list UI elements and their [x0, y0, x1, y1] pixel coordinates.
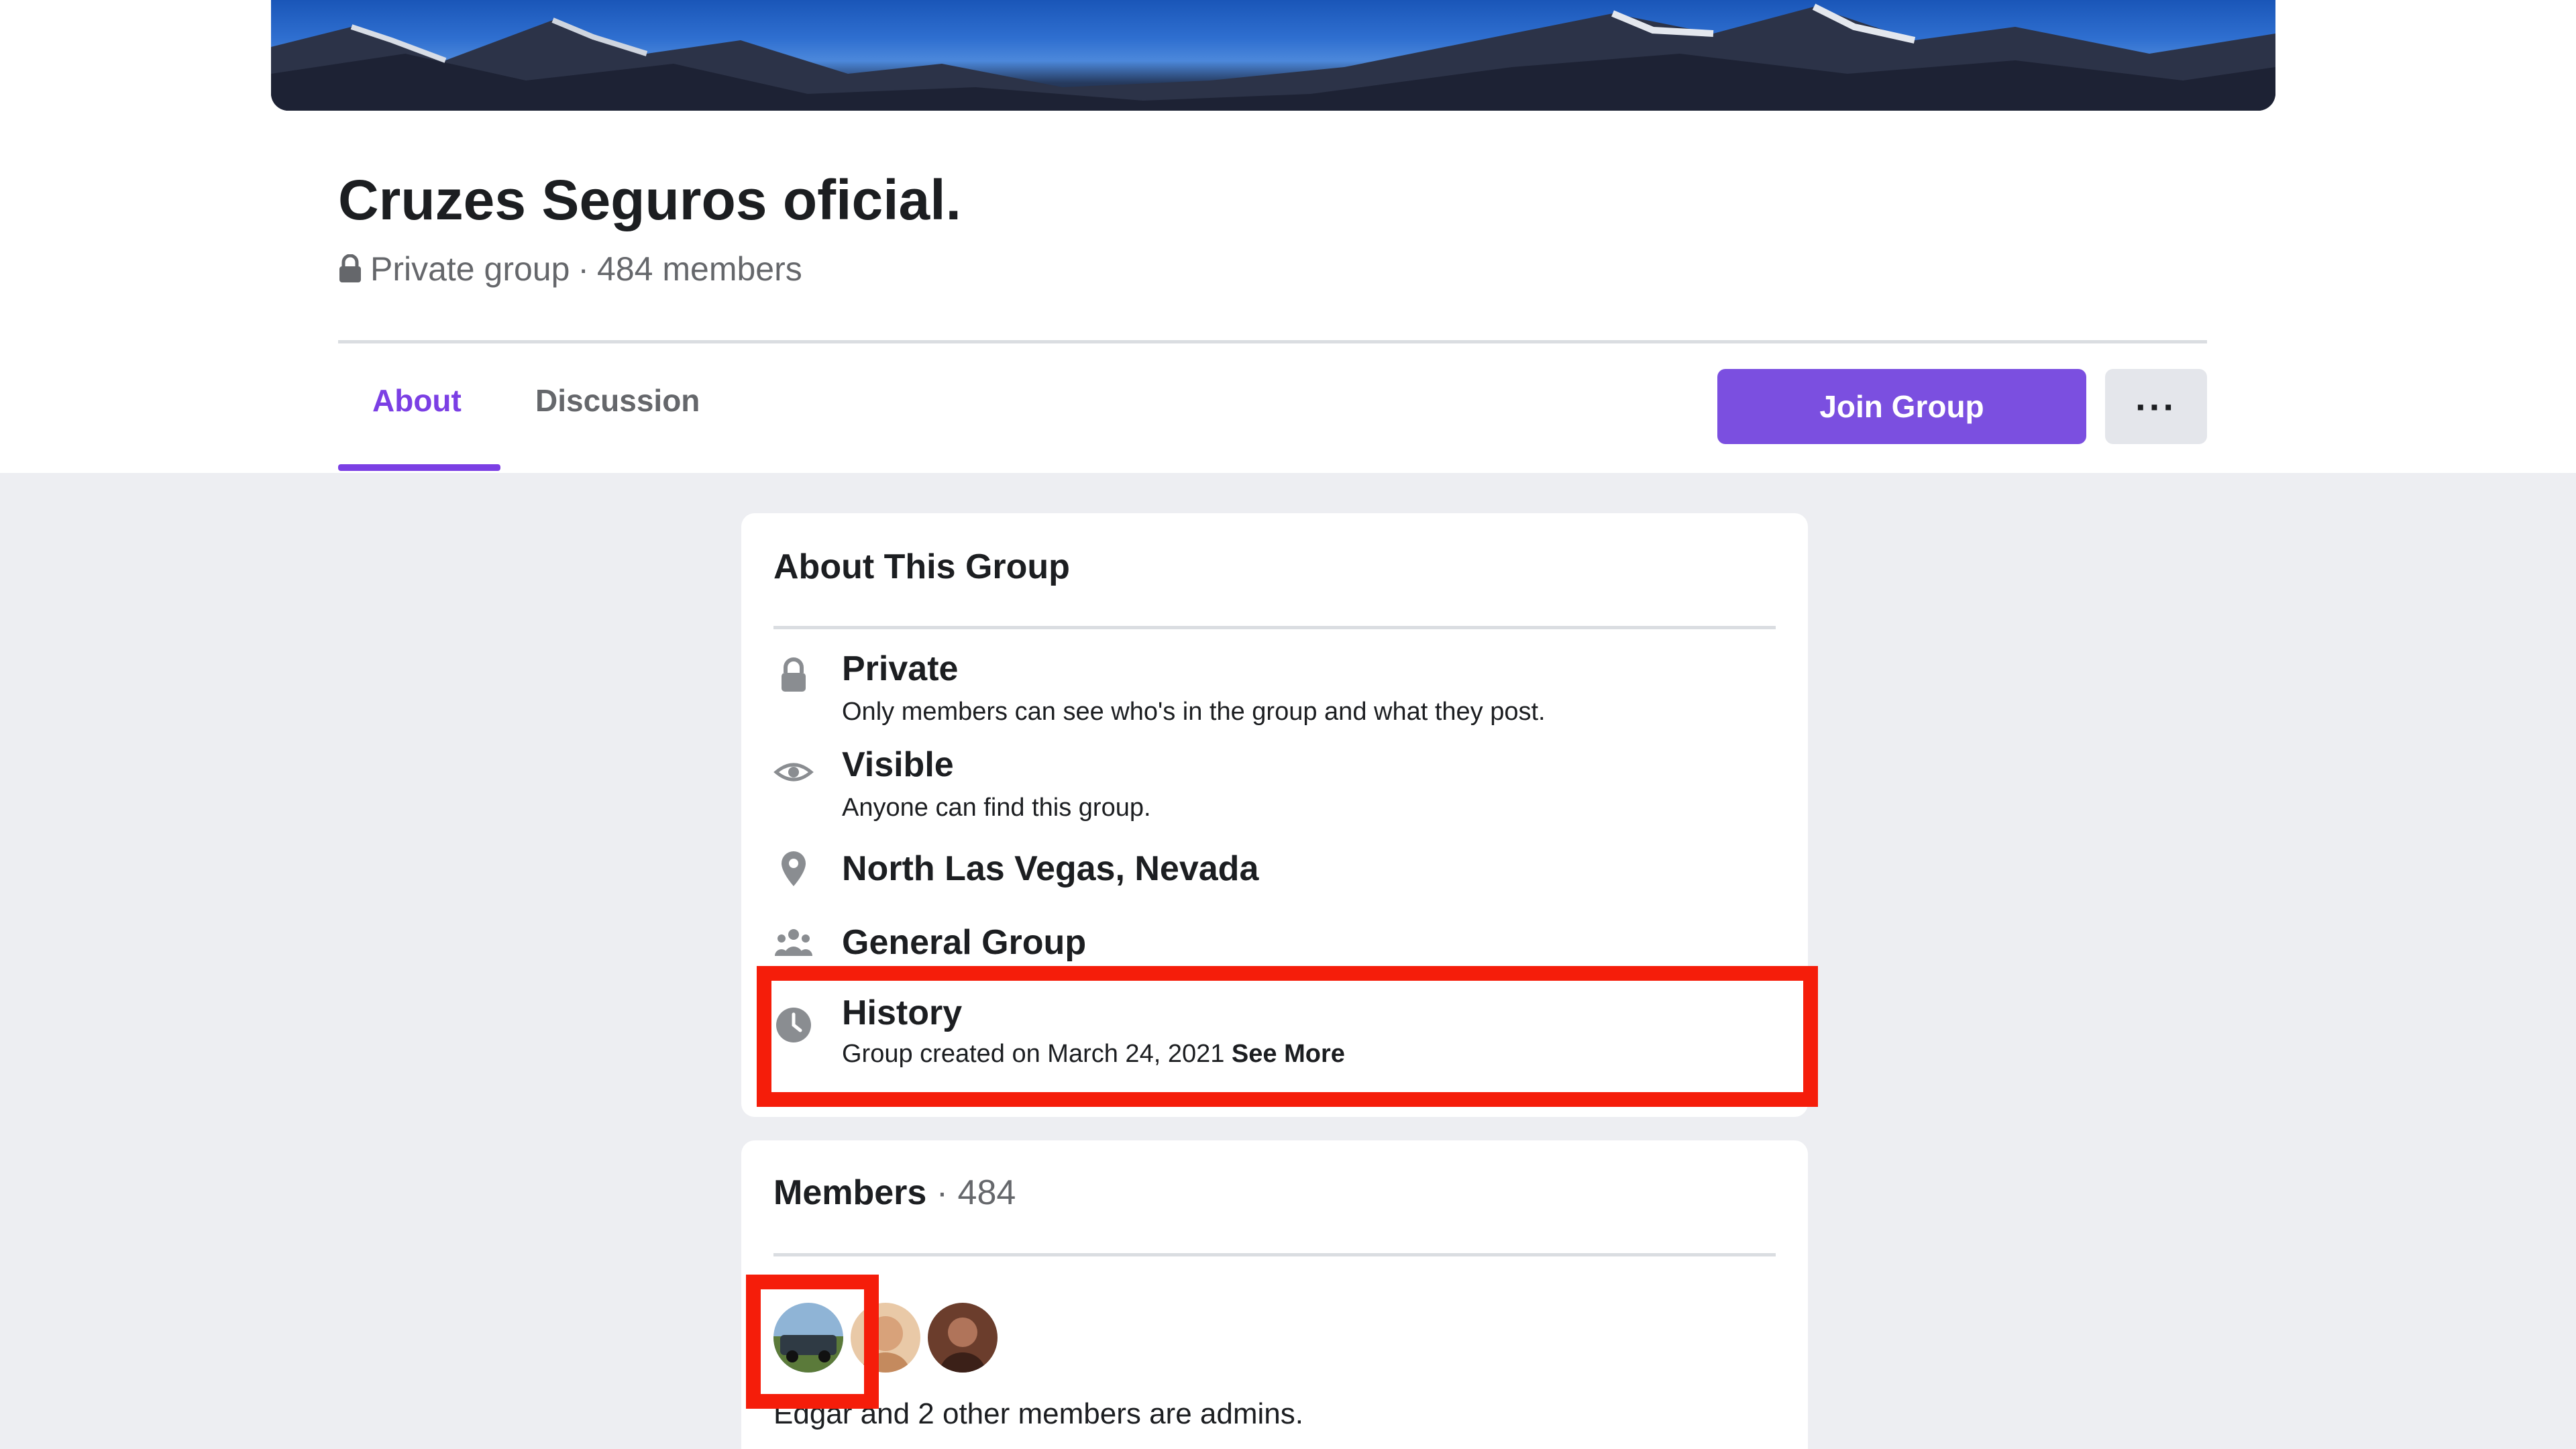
lock-icon — [782, 657, 806, 692]
cover-photo — [271, 0, 2275, 111]
group-meta: Private group · 484 members — [338, 250, 802, 288]
about-card-title: About This Group — [773, 547, 1070, 586]
private-title: Private — [842, 649, 959, 688]
location-title: North Las Vegas, Nevada — [842, 849, 1259, 888]
visible-title: Visible — [842, 745, 954, 784]
eye-icon — [773, 763, 814, 782]
location-pin-icon — [782, 851, 806, 886]
privacy-label: Private group — [370, 250, 570, 288]
about-divider — [773, 626, 1776, 629]
avatar[interactable] — [928, 1303, 998, 1373]
active-tab-indicator — [338, 464, 500, 471]
members-divider — [773, 1253, 1776, 1256]
header-divider — [338, 340, 2207, 343]
history-highlight-box — [757, 966, 1818, 1107]
members-count: 484 — [957, 1173, 1016, 1212]
join-group-button[interactable]: Join Group — [1717, 369, 2086, 444]
members-card: Members · 484 Edgar and 2 other members … — [741, 1140, 1808, 1449]
visible-description: Anyone can find this group. — [842, 794, 1151, 822]
members-label: Members — [773, 1173, 927, 1212]
members-separator: · — [926, 1173, 958, 1212]
group-title: Cruzes Seguros oficial. — [338, 168, 961, 231]
tab-about[interactable]: About — [372, 382, 462, 419]
people-icon — [775, 929, 812, 956]
private-description: Only members can see who's in the group … — [842, 698, 1546, 726]
more-options-button[interactable]: ··· — [2105, 369, 2207, 444]
members-count-label: 484 members — [597, 250, 802, 288]
group-header: Cruzes Seguros oficial. Private group · … — [0, 0, 2576, 473]
avatar-highlight-box — [746, 1275, 879, 1409]
meta-separator: · — [578, 250, 590, 288]
lock-icon — [339, 254, 361, 282]
group-type-title: General Group — [842, 923, 1087, 962]
members-title: Members · 484 — [773, 1173, 1016, 1213]
tab-discussion[interactable]: Discussion — [535, 382, 700, 419]
